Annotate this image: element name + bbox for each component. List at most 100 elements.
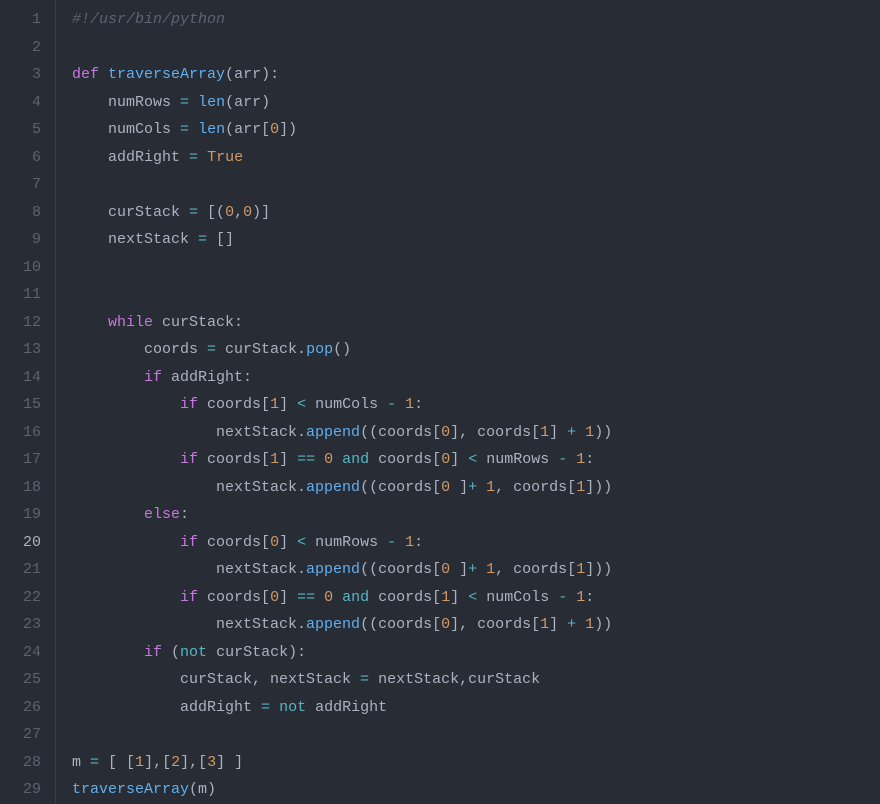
code-line[interactable]: curStack, nextStack = nextStack,curStack — [72, 666, 612, 694]
token: ] — [279, 589, 297, 606]
code-line[interactable]: nextStack.append((coords[0], coords[1] +… — [72, 419, 612, 447]
token — [567, 589, 576, 606]
token: 1 — [486, 561, 495, 578]
token: ] — [279, 396, 297, 413]
line-number: 28 — [0, 749, 41, 777]
token — [189, 121, 198, 138]
code-line[interactable]: addRight = not addRight — [72, 694, 612, 722]
token: addRight — [72, 149, 189, 166]
token — [396, 534, 405, 551]
token: if — [180, 589, 198, 606]
token: = — [360, 671, 369, 688]
token — [567, 451, 576, 468]
token: curStack): — [207, 644, 306, 661]
token — [315, 451, 324, 468]
token: numRows — [477, 451, 558, 468]
token: curStack — [72, 204, 189, 221]
token: 1 — [135, 754, 144, 771]
line-number: 15 — [0, 391, 41, 419]
code-line[interactable]: if coords[0] < numRows - 1: — [72, 529, 612, 557]
code-line[interactable] — [72, 34, 612, 62]
line-number: 1 — [0, 6, 41, 34]
token: )) — [594, 424, 612, 441]
token: 0 — [441, 561, 450, 578]
token: 1 — [441, 589, 450, 606]
code-line[interactable]: if coords[1] < numCols - 1: — [72, 391, 612, 419]
token: = — [180, 94, 189, 111]
token: 1 — [585, 424, 594, 441]
token — [72, 314, 108, 331]
token: ((coords[ — [360, 561, 441, 578]
token: < — [468, 589, 477, 606]
code-line[interactable]: else: — [72, 501, 612, 529]
token — [72, 369, 144, 386]
token: ] ] — [216, 754, 243, 771]
token: 0 — [270, 589, 279, 606]
code-line[interactable]: addRight = True — [72, 144, 612, 172]
line-number: 7 — [0, 171, 41, 199]
line-number: 18 — [0, 474, 41, 502]
line-number: 14 — [0, 364, 41, 392]
token: + — [567, 616, 576, 633]
code-line[interactable]: #!/usr/bin/python — [72, 6, 612, 34]
token: : — [585, 589, 594, 606]
code-line[interactable]: if (not curStack): — [72, 639, 612, 667]
code-line[interactable]: nextStack.append((coords[0 ]+ 1, coords[… — [72, 556, 612, 584]
token: ( — [225, 66, 234, 83]
token: and — [342, 451, 369, 468]
code-line[interactable]: numRows = len(arr) — [72, 89, 612, 117]
code-editor[interactable]: 1234567891011121314151617181920212223242… — [0, 0, 880, 803]
token: [ [ — [99, 754, 135, 771]
token: #!/usr/bin/python — [72, 11, 225, 28]
token — [450, 479, 459, 496]
code-line[interactable] — [72, 281, 612, 309]
token — [450, 561, 459, 578]
token: 1 — [486, 479, 495, 496]
token: coords[ — [198, 396, 270, 413]
code-line[interactable] — [72, 721, 612, 749]
code-line[interactable]: numCols = len(arr[0]) — [72, 116, 612, 144]
token: < — [468, 451, 477, 468]
token: () — [333, 341, 351, 358]
token: = — [207, 341, 216, 358]
code-area[interactable]: #!/usr/bin/python def traverseArray(arr):… — [56, 0, 612, 803]
code-line[interactable]: if addRight: — [72, 364, 612, 392]
token: (arr[ — [225, 121, 270, 138]
token: curStack. — [216, 341, 306, 358]
code-line[interactable]: def traverseArray(arr): — [72, 61, 612, 89]
line-number: 2 — [0, 34, 41, 62]
token: 2 — [171, 754, 180, 771]
line-number: 17 — [0, 446, 41, 474]
code-line[interactable]: if coords[0] == 0 and coords[1] < numCol… — [72, 584, 612, 612]
code-line[interactable] — [72, 171, 612, 199]
token — [477, 561, 486, 578]
token: == — [297, 589, 315, 606]
token: = — [180, 121, 189, 138]
code-line[interactable]: traverseArray(m) — [72, 776, 612, 804]
code-line[interactable]: coords = curStack.pop() — [72, 336, 612, 364]
code-line[interactable]: m = [ [1],[2],[3] ] — [72, 749, 612, 777]
line-number: 21 — [0, 556, 41, 584]
token: else — [144, 506, 180, 523]
line-number: 25 — [0, 666, 41, 694]
line-number: 16 — [0, 419, 41, 447]
code-line[interactable]: nextStack.append((coords[0 ]+ 1, coords[… — [72, 474, 612, 502]
code-line[interactable]: nextStack = [] — [72, 226, 612, 254]
token — [72, 451, 180, 468]
code-line[interactable]: nextStack.append((coords[0], coords[1] +… — [72, 611, 612, 639]
token: ])) — [585, 561, 612, 578]
token: [( — [198, 204, 225, 221]
token — [333, 589, 342, 606]
token: True — [207, 149, 243, 166]
token: m — [72, 754, 90, 771]
line-number: 8 — [0, 199, 41, 227]
token: ] — [549, 616, 567, 633]
token: ] — [459, 561, 468, 578]
token: traverseArray — [108, 66, 225, 83]
code-line[interactable]: curStack = [(0,0)] — [72, 199, 612, 227]
code-line[interactable]: if coords[1] == 0 and coords[0] < numRow… — [72, 446, 612, 474]
code-line[interactable]: while curStack: — [72, 309, 612, 337]
token: (arr) — [225, 94, 270, 111]
token — [72, 644, 144, 661]
code-line[interactable] — [72, 254, 612, 282]
